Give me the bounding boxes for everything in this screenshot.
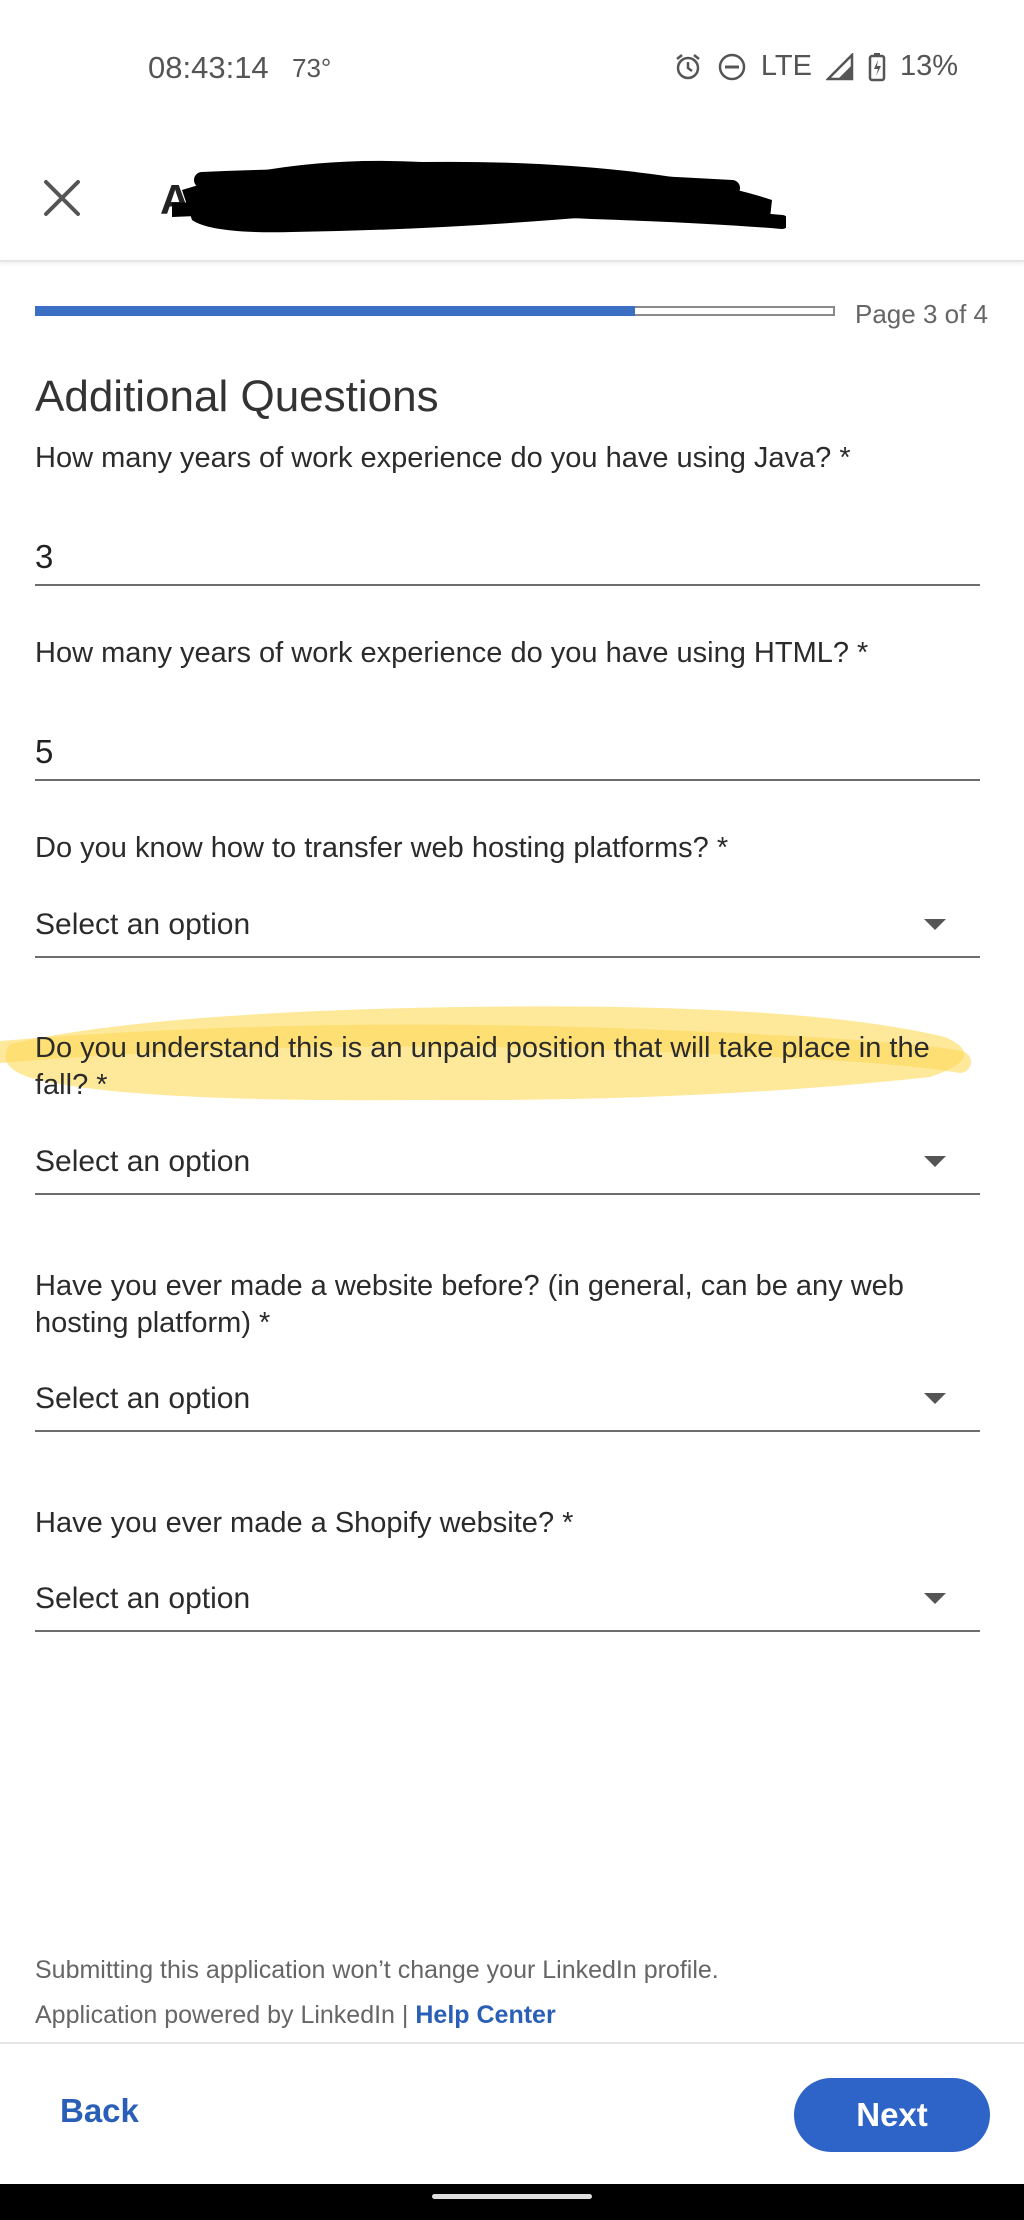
status-icons: LTE 13% [673, 50, 958, 83]
home-indicator[interactable] [432, 2194, 592, 2199]
battery-percent: 13% [899, 50, 958, 82]
question-unpaid-position: Do you understand this is an unpaid posi… [35, 1032, 930, 1101]
progress-fill [35, 306, 635, 316]
network-type: LTE [760, 50, 812, 82]
question-made-website: Have you ever made a website before? (in… [35, 1270, 904, 1339]
page-indicator: Page 3 of 4 [855, 299, 988, 329]
powered-by-text: Application powered by LinkedIn | [35, 2001, 416, 2029]
redaction-scribble [172, 160, 786, 233]
transfer-hosting-select-value: Select an option [35, 908, 251, 941]
help-center-link[interactable]: Help Center [415, 2001, 555, 2029]
chevron-down-icon [924, 919, 946, 930]
chevron-down-icon [924, 1393, 946, 1404]
chevron-down-icon [924, 1156, 946, 1167]
footer-powered-by: Application powered by LinkedIn | Help C… [35, 2001, 556, 2030]
signal-icon [825, 52, 854, 80]
back-button[interactable]: Back [60, 2092, 139, 2130]
close-icon [44, 180, 80, 216]
app-header: A [0, 140, 1024, 262]
battery-icon [868, 52, 886, 81]
made-website-select[interactable]: Select an option [35, 1372, 980, 1432]
status-bar: 08:43:14 73° LTE 13% [0, 0, 1024, 140]
chevron-down-icon [924, 1593, 946, 1604]
java-experience-value: 3 [35, 538, 54, 575]
do-not-disturb-icon [718, 53, 746, 80]
question-html-experience: How many years of work experience do you… [35, 637, 869, 669]
close-button[interactable] [36, 172, 88, 224]
next-button[interactable]: Next [794, 2078, 990, 2152]
footer-note: Submitting this application won’t change… [35, 1956, 719, 1984]
footer-divider [0, 2042, 1024, 2044]
status-temperature: 73° [292, 53, 332, 83]
shopify-website-select-value: Select an option [35, 1582, 251, 1615]
question-transfer-hosting: Do you know how to transfer web hosting … [35, 832, 729, 864]
java-experience-input[interactable]: 3 [35, 518, 980, 586]
progress-bar [35, 306, 835, 316]
status-time: 08:43:14 [148, 50, 269, 85]
transfer-hosting-select[interactable]: Select an option [35, 898, 980, 958]
html-experience-input[interactable]: 5 [35, 713, 980, 781]
html-experience-value: 5 [35, 733, 54, 770]
alarm-icon [676, 53, 700, 79]
section-title: Additional Questions [35, 372, 439, 421]
unpaid-position-select-value: Select an option [35, 1145, 251, 1178]
shopify-website-select[interactable]: Select an option [35, 1572, 980, 1632]
system-nav-bar [0, 2184, 1024, 2220]
question-java-experience: How many years of work experience do you… [35, 442, 851, 474]
question-shopify-website: Have you ever made a Shopify website? * [35, 1507, 574, 1539]
unpaid-position-select[interactable]: Select an option [35, 1135, 980, 1195]
made-website-select-value: Select an option [35, 1382, 251, 1415]
